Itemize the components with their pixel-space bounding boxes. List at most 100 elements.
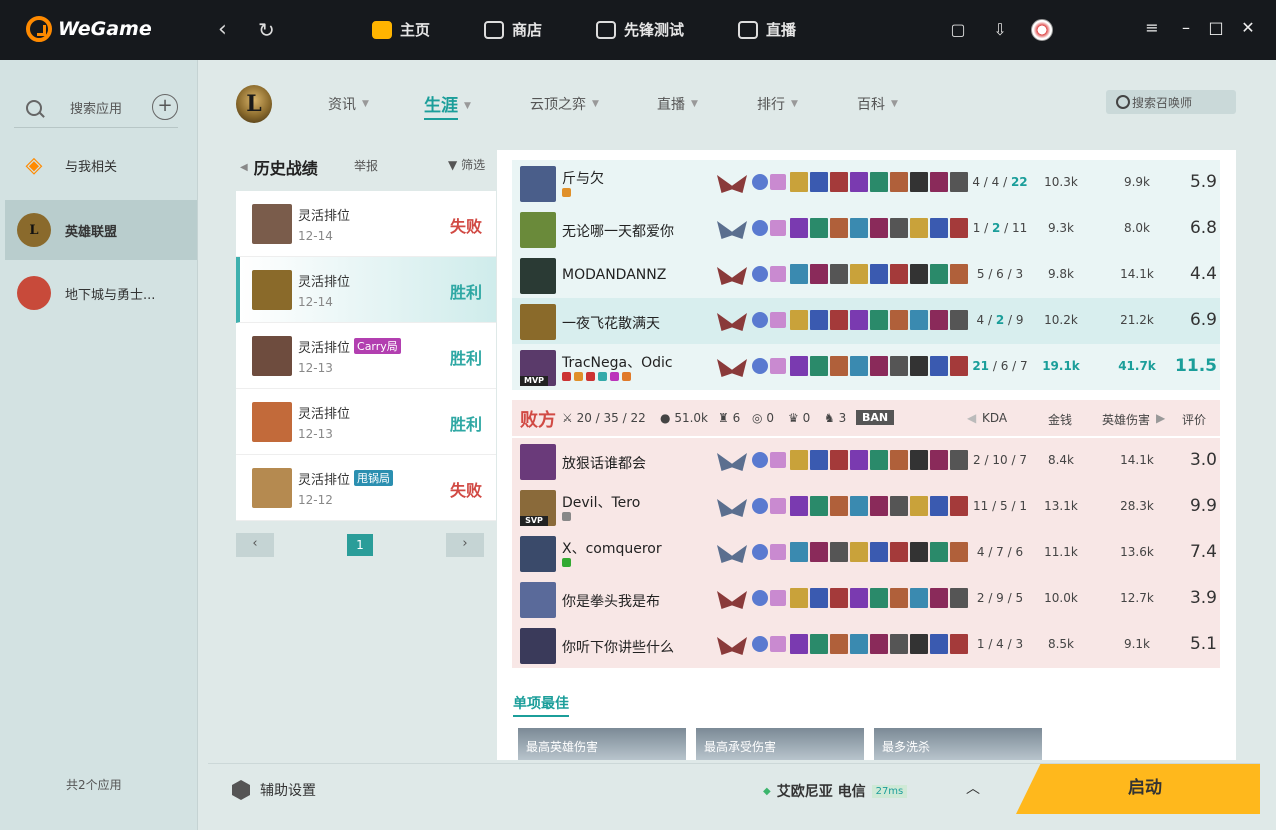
nav-pioneer[interactable]: 先锋测试 <box>596 19 684 40</box>
item-icon[interactable] <box>930 496 948 516</box>
item-icon[interactable] <box>810 634 828 654</box>
minimize-icon[interactable]: – <box>1176 18 1196 37</box>
item-icon[interactable] <box>890 634 908 654</box>
match-item[interactable]: 灵活排位 12-13 胜利 <box>236 389 496 455</box>
item-icon[interactable] <box>830 310 848 330</box>
item-icon[interactable] <box>910 264 928 284</box>
player-name[interactable]: 一夜飞花散满天 <box>562 313 660 333</box>
download-icon[interactable]: ⇩ <box>989 20 1011 40</box>
player-row[interactable]: SVP Devil、Tero 11 / 5 / 1 13.1k 28.3k 9.9 <box>512 484 1220 530</box>
sidebar-item-related[interactable]: ◈ 与我相关 <box>5 135 197 195</box>
item-icon[interactable] <box>890 172 908 192</box>
server-selector[interactable]: ◆ 艾欧尼亚 电信 27ms <box>763 781 908 801</box>
add-app-icon[interactable]: + <box>152 94 178 120</box>
tab-4[interactable]: 排行 ▼ <box>757 94 798 114</box>
item-icon[interactable] <box>830 542 848 562</box>
item-icon[interactable] <box>850 264 868 284</box>
item-icon[interactable] <box>790 218 808 238</box>
match-item[interactable]: 灵活排位 甩锅局 12-12 失败 <box>236 455 496 521</box>
item-icon[interactable] <box>890 310 908 330</box>
gift-icon[interactable]: ▢ <box>947 20 969 40</box>
item-icon[interactable] <box>930 356 948 376</box>
item-icon[interactable] <box>810 218 828 238</box>
champion-avatar[interactable] <box>520 628 556 664</box>
item-icon[interactable] <box>870 356 888 376</box>
close-icon[interactable]: ✕ <box>1238 18 1258 37</box>
nav-store[interactable]: 商店 <box>484 19 542 40</box>
item-icon[interactable] <box>870 218 888 238</box>
summoner-search-input[interactable]: 搜索召唤师 <box>1106 90 1236 114</box>
match-item[interactable]: 灵活排位 12-14 失败 <box>236 191 496 257</box>
item-icon[interactable] <box>870 542 888 562</box>
item-icon[interactable] <box>850 588 868 608</box>
item-icon[interactable] <box>790 588 808 608</box>
history-title[interactable]: ◀ 历史战绩 <box>240 155 318 179</box>
sidebar-item-dnf[interactable]: 地下城与勇士... <box>5 263 197 323</box>
item-icon[interactable] <box>870 634 888 654</box>
best-card-damage[interactable]: 最高英雄伤害 <box>518 728 686 760</box>
champion-avatar[interactable] <box>520 212 556 248</box>
item-icon[interactable] <box>830 218 848 238</box>
item-icon[interactable] <box>830 496 848 516</box>
champion-avatar[interactable] <box>520 444 556 480</box>
player-row[interactable]: 你是拳头我是布 2 / 9 / 5 10.0k 12.7k 3.9 <box>512 576 1220 622</box>
item-icon[interactable] <box>890 264 908 284</box>
player-row[interactable]: MVP TracNega、Odic 21 / 6 / 7 19.1k 41.7k 11.5 <box>512 344 1220 390</box>
ban-badge[interactable]: BAN <box>856 410 895 425</box>
player-name[interactable]: X、comqueror <box>562 538 662 558</box>
prev-page-button[interactable]: ‹ <box>236 533 274 557</box>
item-icon[interactable] <box>910 356 928 376</box>
back-icon[interactable]: ‹ <box>218 18 227 42</box>
item-icon[interactable] <box>930 588 948 608</box>
user-avatar[interactable] <box>1031 19 1053 41</box>
item-icon[interactable] <box>910 496 928 516</box>
filter-button[interactable]: ▼ 筛选 <box>448 156 485 173</box>
player-row[interactable]: 放狠话谁都会 2 / 10 / 7 8.4k 14.1k 3.0 <box>512 438 1220 484</box>
best-card-kills[interactable]: 最多洗杀 <box>874 728 1042 760</box>
player-name[interactable]: 你是拳头我是布 <box>562 591 660 611</box>
launch-button[interactable]: 启动 <box>1016 764 1260 814</box>
item-icon[interactable] <box>810 542 828 562</box>
item-icon[interactable] <box>850 450 868 470</box>
player-name[interactable]: 你听下你讲些什么 <box>562 637 674 657</box>
player-name[interactable]: TracNega、Odic <box>562 352 673 372</box>
item-icon[interactable] <box>930 264 948 284</box>
item-icon[interactable] <box>890 542 908 562</box>
player-name[interactable]: 放狠话谁都会 <box>562 453 646 473</box>
player-row[interactable]: 无论哪一天都爱你 1 / 2 / 11 9.3k 8.0k 6.8 <box>512 206 1220 252</box>
item-icon[interactable] <box>930 172 948 192</box>
item-icon[interactable] <box>850 634 868 654</box>
player-name[interactable]: Devil、Tero <box>562 492 640 512</box>
assist-settings-button[interactable]: 辅助设置 <box>232 780 316 800</box>
wegame-logo[interactable]: WeGame <box>26 16 152 42</box>
player-row[interactable]: 斤与欠 4 / 4 / 22 10.3k 9.9k 5.9 <box>512 160 1220 206</box>
item-icon[interactable] <box>910 542 928 562</box>
next-page-button[interactable]: › <box>446 533 484 557</box>
item-icon[interactable] <box>850 172 868 192</box>
item-icon[interactable] <box>930 310 948 330</box>
item-icon[interactable] <box>930 634 948 654</box>
item-icon[interactable] <box>850 356 868 376</box>
item-icon[interactable] <box>830 356 848 376</box>
item-icon[interactable] <box>830 450 848 470</box>
match-item[interactable]: 灵活排位 12-14 胜利 <box>236 257 496 323</box>
item-icon[interactable] <box>890 588 908 608</box>
col-next-icon[interactable]: ▶ <box>1156 411 1165 425</box>
item-icon[interactable] <box>830 634 848 654</box>
item-icon[interactable] <box>910 588 928 608</box>
item-icon[interactable] <box>850 310 868 330</box>
item-icon[interactable] <box>790 172 808 192</box>
item-icon[interactable] <box>790 356 808 376</box>
page-number[interactable]: 1 <box>347 534 373 556</box>
item-icon[interactable] <box>790 450 808 470</box>
item-icon[interactable] <box>830 264 848 284</box>
player-row[interactable]: X、comqueror 4 / 7 / 6 11.1k 13.6k 7.4 <box>512 530 1220 576</box>
app-search[interactable]: 搜索应用 + <box>14 88 178 128</box>
player-name[interactable]: 无论哪一天都爱你 <box>562 221 674 241</box>
item-icon[interactable] <box>790 542 808 562</box>
nav-live[interactable]: 直播 <box>738 19 796 40</box>
item-icon[interactable] <box>810 450 828 470</box>
champion-avatar[interactable] <box>520 304 556 340</box>
item-icon[interactable] <box>870 310 888 330</box>
col-prev-icon[interactable]: ◀ <box>967 411 976 425</box>
